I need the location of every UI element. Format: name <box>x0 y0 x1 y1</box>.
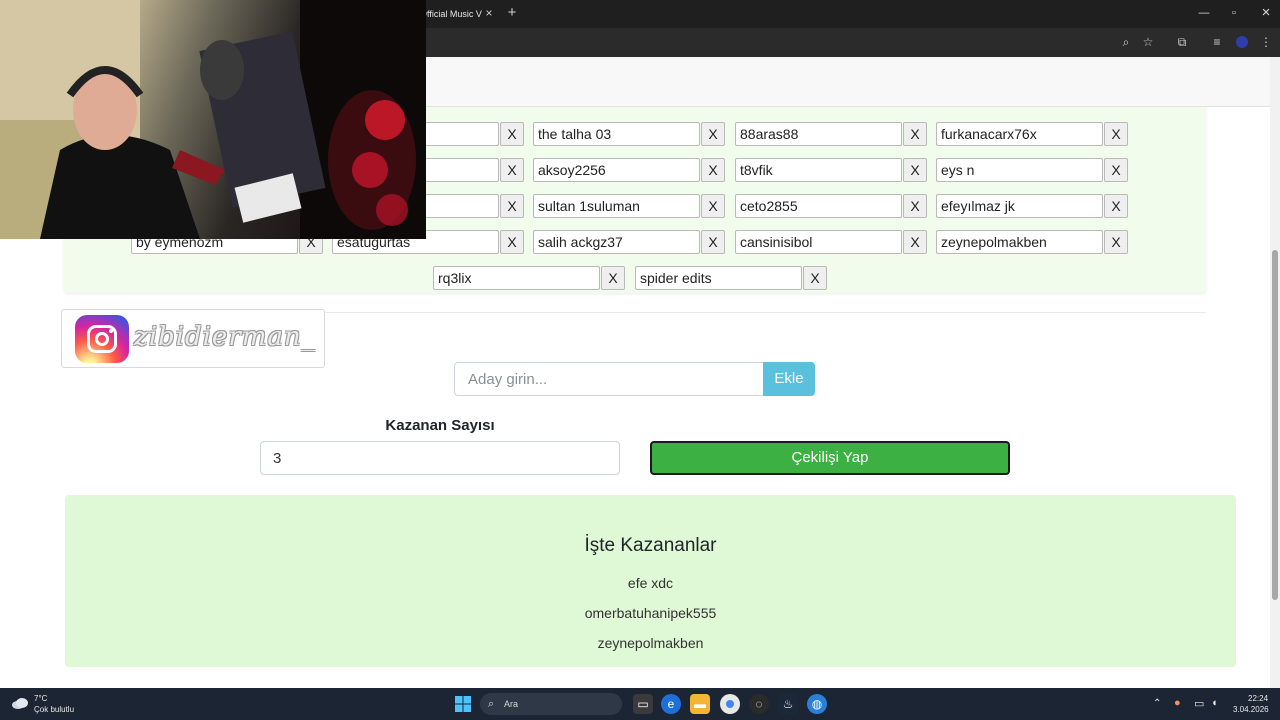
candidate-item: X <box>735 122 931 146</box>
search-label: Ara <box>504 699 519 709</box>
winner-name: omerbatuhanipek555 <box>584 605 717 621</box>
draw-button[interactable]: Çekilişi Yap <box>650 441 1010 475</box>
candidate-name-input[interactable] <box>433 266 600 290</box>
profile-avatar-icon[interactable] <box>1233 33 1251 51</box>
candidate-item: X <box>735 230 931 254</box>
candidate-item: X <box>735 158 931 182</box>
tab-title: Official Music V <box>420 9 482 19</box>
network-icon[interactable]: ▭ <box>1194 697 1204 710</box>
remove-candidate-button[interactable]: X <box>803 266 827 290</box>
winner-name: efe xdc <box>627 575 674 591</box>
zoom-icon[interactable]: ⌕ <box>1117 33 1135 51</box>
candidate-item: X <box>936 194 1132 218</box>
remove-candidate-button[interactable]: X <box>601 266 625 290</box>
remove-candidate-button[interactable]: X <box>903 122 927 146</box>
chrome-browser-icon[interactable] <box>720 694 740 714</box>
taskbar-search-box[interactable]: ⌕ Ara <box>480 693 622 715</box>
remove-candidate-button[interactable]: X <box>500 194 524 218</box>
candidate-item: X <box>533 230 729 254</box>
new-tab-icon[interactable]: + <box>505 3 519 23</box>
remove-candidate-button[interactable]: X <box>701 122 725 146</box>
browser-menu-icon[interactable]: ⋮ <box>1257 33 1275 51</box>
candidate-item: X <box>533 122 729 146</box>
volume-icon[interactable]: ◖ <box>1211 697 1218 709</box>
tab-close-icon[interactable]: × <box>482 4 496 22</box>
candidate-name-input[interactable] <box>533 122 700 146</box>
remove-candidate-button[interactable]: X <box>500 230 524 254</box>
maximize-icon[interactable]: ▫ <box>1222 4 1246 22</box>
chrome-alt-icon[interactable]: ◌ <box>749 694 769 714</box>
weather-description[interactable]: Çok bulutlu <box>34 705 74 714</box>
candidate-name-input[interactable] <box>533 194 700 218</box>
candidate-item: X <box>533 194 729 218</box>
edge-browser-icon[interactable]: e <box>661 694 681 714</box>
remove-candidate-button[interactable]: X <box>903 230 927 254</box>
tray-overflow-icon[interactable]: ⌃ <box>1153 698 1161 709</box>
winner-count-label: Kazanan Sayısı <box>385 417 495 434</box>
remove-candidate-button[interactable]: X <box>1104 230 1128 254</box>
candidate-name-input[interactable] <box>533 230 700 254</box>
candidate-name-input[interactable] <box>936 230 1103 254</box>
candidate-name-input[interactable] <box>735 122 902 146</box>
candidate-item: X <box>533 158 729 182</box>
instagram-icon <box>75 315 129 363</box>
candidate-name-input[interactable] <box>936 158 1103 182</box>
close-window-icon[interactable]: × <box>1254 4 1278 22</box>
clock-date[interactable]: 3.04.2026 <box>1233 705 1269 714</box>
candidate-name-input[interactable] <box>735 230 902 254</box>
remove-candidate-button[interactable]: X <box>1104 122 1128 146</box>
steam-icon[interactable]: ♨ <box>778 694 798 714</box>
candidate-name-input[interactable] <box>635 266 802 290</box>
microphone-icon[interactable]: ● <box>1174 697 1181 709</box>
clock-time[interactable]: 22:24 <box>1248 694 1268 703</box>
candidate-item: X <box>936 158 1132 182</box>
candidate-name-input[interactable] <box>735 158 902 182</box>
candidate-name-input[interactable] <box>936 122 1103 146</box>
media-control-icon[interactable]: ≡ <box>1208 33 1226 51</box>
remove-candidate-button[interactable]: X <box>903 194 927 218</box>
candidate-name-field[interactable] <box>454 362 764 396</box>
candidate-item: X <box>936 122 1132 146</box>
instagram-badge[interactable]: zibidierman_ <box>61 309 325 368</box>
instagram-handle: zibidierman_ <box>134 322 316 352</box>
webcam-image <box>0 0 426 239</box>
task-view-icon[interactable]: ▭ <box>633 694 653 714</box>
candidate-name-input[interactable] <box>735 194 902 218</box>
bookmark-star-icon[interactable]: ☆ <box>1139 33 1157 51</box>
app-globe-icon[interactable]: ◍ <box>807 694 827 714</box>
weather-cloud-icon <box>11 696 29 710</box>
windows-start-icon[interactable] <box>453 694 473 714</box>
remove-candidate-button[interactable]: X <box>701 230 725 254</box>
webcam-overlay <box>0 0 426 239</box>
remove-candidate-button[interactable]: X <box>1104 194 1128 218</box>
remove-candidate-button[interactable]: X <box>1104 158 1128 182</box>
candidate-item: X <box>735 194 931 218</box>
remove-candidate-button[interactable]: X <box>903 158 927 182</box>
candidate-name-input[interactable] <box>936 194 1103 218</box>
remove-candidate-button[interactable]: X <box>500 122 524 146</box>
candidate-item: X <box>635 266 831 290</box>
os-taskbar: 7°C Çok bulutlu ⌕ Ara ▭ e ▬ ◌ ♨ ◍ ⌃ ● ▭ … <box>0 688 1280 720</box>
results-panel: İşte Kazananlar efe xdc omerbatuhanipek5… <box>65 495 1236 667</box>
extensions-icon[interactable]: ⧉ <box>1173 33 1191 51</box>
remove-candidate-button[interactable]: X <box>701 158 725 182</box>
scrollbar-thumb[interactable] <box>1272 250 1278 600</box>
candidate-name-input[interactable] <box>533 158 700 182</box>
results-title: İşte Kazananlar <box>584 535 717 556</box>
winner-name: zeynepolmakben <box>597 635 704 651</box>
weather-temperature[interactable]: 7°C <box>34 694 47 703</box>
minimize-icon[interactable]: — <box>1192 4 1216 22</box>
search-icon: ⌕ <box>488 698 495 710</box>
remove-candidate-button[interactable]: X <box>701 194 725 218</box>
candidate-item: X <box>433 266 629 290</box>
add-candidate-button[interactable]: Ekle <box>763 362 815 396</box>
file-explorer-icon[interactable]: ▬ <box>690 694 710 714</box>
candidate-item: X <box>936 230 1132 254</box>
winner-count-input[interactable] <box>260 441 620 475</box>
remove-candidate-button[interactable]: X <box>500 158 524 182</box>
